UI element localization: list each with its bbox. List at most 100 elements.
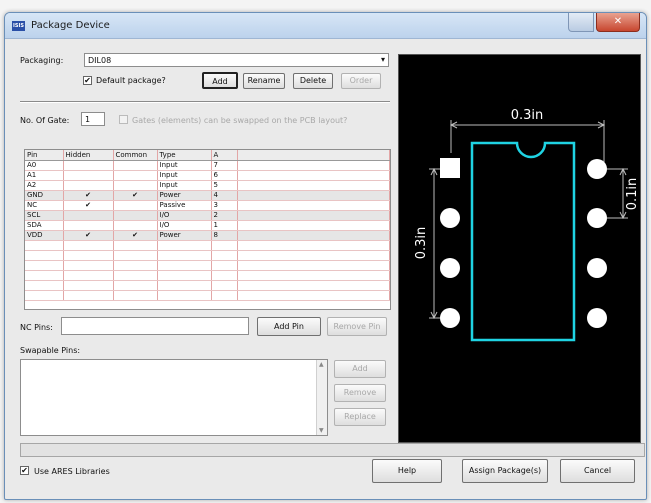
table-row[interactable]: A1 Input 6: [25, 170, 390, 181]
packaging-select[interactable]: DIL08 ▾: [84, 53, 389, 67]
column-header-type[interactable]: Type: [157, 150, 212, 161]
table-cell-empty[interactable]: [157, 290, 212, 301]
table-row-empty[interactable]: [25, 280, 390, 291]
table-cell-a[interactable]: 1: [211, 220, 238, 231]
table-cell-common[interactable]: [113, 160, 158, 171]
table-cell-type[interactable]: Input: [157, 180, 212, 191]
table-cell-hidden[interactable]: ✔: [63, 190, 114, 201]
table-cell-hidden[interactable]: ✔: [63, 200, 114, 211]
table-row[interactable]: SDA I/O 1: [25, 220, 390, 231]
remove-pin-button[interactable]: Remove Pin: [327, 317, 387, 336]
table-cell-empty[interactable]: [63, 270, 114, 281]
table-cell-empty[interactable]: [211, 250, 238, 261]
table-cell-hidden[interactable]: [63, 210, 114, 221]
table-cell-type[interactable]: Power: [157, 190, 212, 201]
scroll-down-icon[interactable]: ▼: [319, 427, 324, 434]
table-cell-pin[interactable]: GND: [25, 190, 64, 201]
scroll-up-icon[interactable]: ▲: [319, 361, 324, 368]
table-cell-hidden[interactable]: [63, 170, 114, 181]
table-cell-hidden[interactable]: [63, 220, 114, 231]
table-row-empty[interactable]: [25, 260, 390, 271]
swap-replace-button[interactable]: Replace: [334, 408, 386, 426]
table-cell-pin[interactable]: A0: [25, 160, 64, 171]
swap-add-button[interactable]: Add: [334, 360, 386, 378]
gates-count-input[interactable]: 1: [81, 112, 105, 126]
table-cell-a[interactable]: 2: [211, 210, 238, 221]
table-row-empty[interactable]: [25, 290, 390, 301]
table-cell-empty[interactable]: [211, 270, 238, 281]
table-cell-empty[interactable]: [25, 240, 64, 251]
pin-table[interactable]: Pin Hidden Common Type A A0 Input 7 A1 Input…: [24, 149, 391, 310]
table-cell-empty[interactable]: [211, 260, 238, 271]
table-cell-pin[interactable]: NC: [25, 200, 64, 211]
table-cell-empty[interactable]: [113, 280, 158, 291]
table-row[interactable]: NC ✔ Passive 3: [25, 200, 390, 211]
table-row[interactable]: SCL I/O 2: [25, 210, 390, 221]
cancel-button[interactable]: Cancel: [560, 459, 635, 483]
order-package-button[interactable]: Order: [341, 73, 381, 89]
add-package-button[interactable]: Add: [202, 72, 238, 89]
table-cell-type[interactable]: I/O: [157, 210, 212, 221]
table-cell-empty[interactable]: [113, 260, 158, 271]
table-cell-empty[interactable]: [113, 250, 158, 261]
table-cell-pin[interactable]: VDD: [25, 230, 64, 241]
table-row-empty[interactable]: [25, 240, 390, 251]
table-cell-common[interactable]: [113, 220, 158, 231]
table-row-empty[interactable]: [25, 250, 390, 261]
table-cell-empty[interactable]: [25, 280, 64, 291]
table-cell-hidden[interactable]: [63, 160, 114, 171]
table-cell-empty[interactable]: [237, 240, 390, 251]
table-cell-common[interactable]: [113, 200, 158, 211]
table-cell-empty[interactable]: [63, 280, 114, 291]
table-cell-pin[interactable]: SCL: [25, 210, 64, 221]
table-cell-empty[interactable]: [211, 280, 238, 291]
table-cell-empty[interactable]: [237, 250, 390, 261]
table-cell-type[interactable]: Input: [157, 160, 212, 171]
table-cell-a[interactable]: 4: [211, 190, 238, 201]
column-header-a[interactable]: A: [211, 150, 238, 161]
column-header-common[interactable]: Common: [113, 150, 158, 161]
table-cell-empty[interactable]: [157, 280, 212, 291]
table-cell-a[interactable]: 7: [211, 160, 238, 171]
use-ares-checkbox[interactable]: ✔: [20, 466, 29, 475]
delete-package-button[interactable]: Delete: [293, 73, 333, 89]
table-cell-type[interactable]: Power: [157, 230, 212, 241]
table-cell-empty[interactable]: [237, 270, 390, 281]
table-cell-empty[interactable]: [211, 240, 238, 251]
nc-pins-input[interactable]: [61, 317, 249, 335]
table-cell-empty[interactable]: [25, 290, 64, 301]
minimize-button[interactable]: [568, 13, 594, 32]
table-cell-empty[interactable]: [113, 290, 158, 301]
table-cell-type[interactable]: Input: [157, 170, 212, 181]
table-cell-common[interactable]: ✔: [113, 190, 158, 201]
table-cell-type[interactable]: I/O: [157, 220, 212, 231]
table-row[interactable]: A0 Input 7: [25, 160, 390, 171]
table-cell-empty[interactable]: [157, 240, 212, 251]
swapable-pins-list[interactable]: ▲ ▼: [20, 359, 328, 436]
table-cell-empty[interactable]: [211, 290, 238, 301]
table-cell-empty[interactable]: [25, 250, 64, 261]
add-pin-button[interactable]: Add Pin: [257, 317, 321, 336]
gates-swappable-checkbox[interactable]: [119, 115, 128, 124]
table-cell-empty[interactable]: [237, 260, 390, 271]
assign-package-button[interactable]: Assign Package(s): [462, 459, 548, 483]
table-cell-empty[interactable]: [63, 240, 114, 251]
table-cell-empty[interactable]: [157, 270, 212, 281]
table-cell-empty[interactable]: [237, 280, 390, 291]
table-cell-empty[interactable]: [63, 250, 114, 261]
table-cell-pin[interactable]: A2: [25, 180, 64, 191]
table-cell-a[interactable]: 3: [211, 200, 238, 211]
table-cell-empty[interactable]: [25, 260, 64, 271]
pin-grid[interactable]: Pin Hidden Common Type A A0 Input 7 A1 Input…: [25, 150, 390, 301]
table-cell-a[interactable]: 8: [211, 230, 238, 241]
table-cell-empty[interactable]: [113, 240, 158, 251]
table-cell-common[interactable]: ✔: [113, 230, 158, 241]
column-header-hidden[interactable]: Hidden: [63, 150, 114, 161]
table-cell-type[interactable]: Passive: [157, 200, 212, 211]
table-cell-common[interactable]: [113, 210, 158, 221]
table-cell-a[interactable]: 5: [211, 180, 238, 191]
table-cell-pin[interactable]: SDA: [25, 220, 64, 231]
table-cell-pin[interactable]: A1: [25, 170, 64, 181]
title-bar[interactable]: ISIS Package Device ✕: [5, 13, 646, 39]
table-row[interactable]: VDD ✔ ✔ Power 8: [25, 230, 390, 241]
